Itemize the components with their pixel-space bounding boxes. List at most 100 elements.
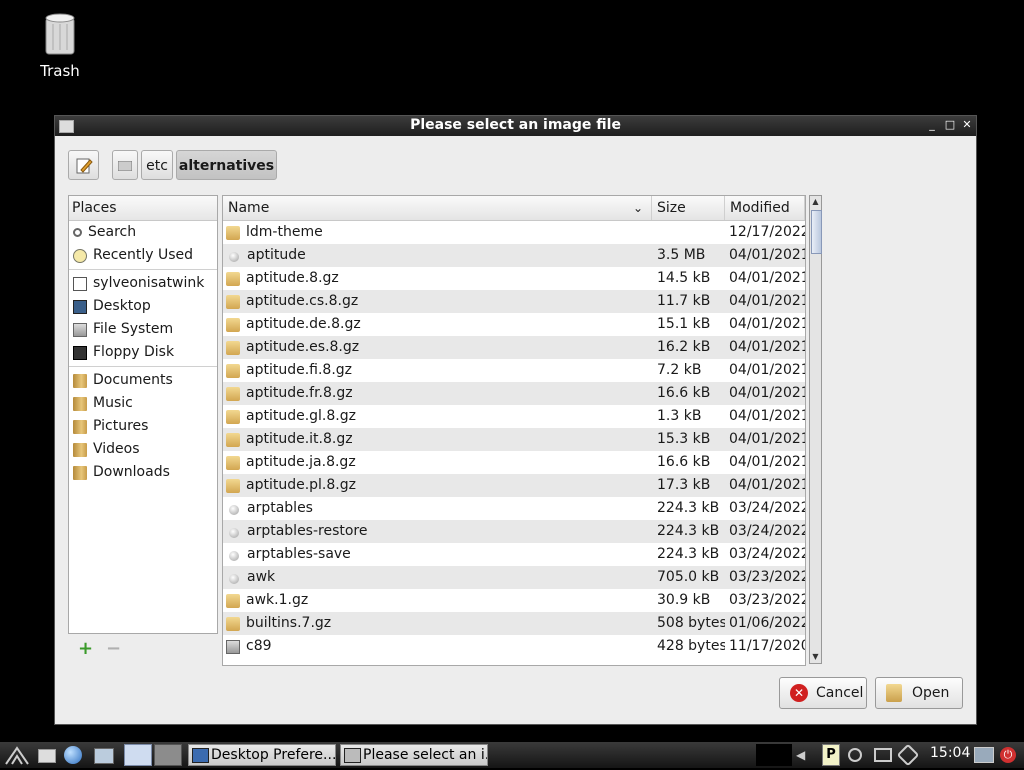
file-row[interactable]: arptables-restore 224.3 kB 03/24/2022	[223, 520, 805, 543]
taskbar: Desktop Prefere... Please select an i...…	[0, 742, 1024, 768]
keyboard-tray-icon[interactable]	[874, 744, 896, 766]
file-chooser-dialog: Please select an image file _ □ ✕ etc al…	[55, 116, 976, 724]
file-row[interactable]: aptitude.es.8.gz 16.2 kB 04/01/2021	[223, 336, 805, 359]
file-size-cell: 17.3 kB	[657, 477, 711, 493]
places-item-videos[interactable]: Videos	[69, 438, 217, 461]
file-row[interactable]: c89 428 bytes 11/17/2020	[223, 635, 805, 658]
screen-lock-button[interactable]	[974, 744, 996, 766]
file-name-cell: aptitude.gl.8.gz	[223, 405, 652, 428]
file-size-cell: 224.3 kB	[657, 546, 720, 562]
file-size-cell: 30.9 kB	[657, 592, 711, 608]
scrollbar-thumb[interactable]	[811, 210, 822, 254]
file-size-cell: 705.0 kB	[657, 569, 720, 585]
open-button[interactable]: Open	[875, 677, 963, 709]
file-size-cell: 7.2 kB	[657, 362, 702, 378]
file-row[interactable]: builtins.7.gz 508 bytes 01/06/2022	[223, 612, 805, 635]
file-row[interactable]: aptitude.fi.8.gz 7.2 kB 04/01/2021	[223, 359, 805, 382]
file-row[interactable]: awk.1.gz 30.9 kB 03/23/2022	[223, 589, 805, 612]
titlebar[interactable]: Please select an image file _ □ ✕	[55, 116, 976, 136]
path-segment-etc[interactable]: etc	[141, 150, 173, 180]
places-item-file-system[interactable]: File System	[69, 318, 217, 341]
scroll-up-arrow-icon[interactable]: ▲	[810, 196, 821, 208]
network-icon	[896, 743, 920, 767]
file-size-cell: 15.1 kB	[657, 316, 711, 332]
column-modified[interactable]: Modified	[725, 196, 805, 220]
browser-launcher[interactable]	[64, 744, 86, 766]
file-modified-cell: 04/01/2021	[729, 362, 805, 378]
workspace-1[interactable]	[124, 744, 152, 766]
file-modified-cell: 04/01/2021	[729, 270, 805, 286]
minimize-button[interactable]: _	[925, 118, 939, 132]
file-row[interactable]: aptitude.de.8.gz 15.1 kB 04/01/2021	[223, 313, 805, 336]
start-menu-button[interactable]	[4, 744, 30, 766]
file-row[interactable]: aptitude.gl.8.gz 1.3 kB 04/01/2021	[223, 405, 805, 428]
file-size-cell: 508 bytes	[657, 615, 725, 631]
folder-icon	[226, 225, 240, 240]
file-row[interactable]: arptables 224.3 kB 03/24/2022	[223, 497, 805, 520]
places-item-music[interactable]: Music	[69, 392, 217, 415]
maximize-button[interactable]: □	[943, 118, 957, 132]
file-modified-cell: 04/01/2021	[729, 431, 805, 447]
file-name-cell: ldm-theme	[223, 221, 652, 244]
file-row[interactable]: aptitude.cs.8.gz 11.7 kB 04/01/2021	[223, 290, 805, 313]
file-modified-cell: 04/01/2021	[729, 339, 805, 355]
places-item-downloads[interactable]: Downloads	[69, 461, 217, 484]
file-modified-cell: 03/24/2022	[729, 546, 805, 562]
file-modified-cell: 03/23/2022	[729, 569, 805, 585]
column-size[interactable]: Size	[652, 196, 725, 220]
file-list-scrollbar[interactable]: ▲ ▼	[809, 195, 822, 664]
cancel-button[interactable]: ✕ Cancel	[779, 677, 867, 709]
file-row[interactable]: aptitude.fr.8.gz 16.6 kB 04/01/2021	[223, 382, 805, 405]
symlink-icon	[229, 504, 239, 515]
places-header[interactable]: Places	[69, 196, 217, 221]
file-modified-cell: 01/06/2022	[729, 615, 805, 631]
trash-desktop-icon[interactable]: Trash	[30, 12, 90, 80]
places-item-desktop[interactable]: Desktop	[69, 295, 217, 318]
logout-button[interactable]: ⏻	[1000, 744, 1020, 766]
file-manager-launcher[interactable]	[38, 744, 58, 766]
file-row[interactable]: arptables-save 224.3 kB 03/24/2022	[223, 543, 805, 566]
places-item-search[interactable]: Search	[69, 221, 217, 244]
close-button[interactable]: ✕	[960, 118, 974, 132]
places-item-recently-used[interactable]: Recently Used	[69, 244, 217, 267]
places-item-pictures[interactable]: Pictures	[69, 415, 217, 438]
path-root-button[interactable]	[112, 150, 138, 180]
cancel-icon: ✕	[790, 684, 808, 702]
places-separator	[69, 269, 217, 270]
file-row[interactable]: aptitude.it.8.gz 15.3 kB 04/01/2021	[223, 428, 805, 451]
archive-icon	[226, 455, 240, 470]
archive-icon	[226, 432, 240, 447]
file-name-cell: aptitude.es.8.gz	[223, 336, 652, 359]
clipboard-icon[interactable]: P	[822, 744, 840, 766]
task-select-image[interactable]: Please select an i...	[340, 744, 488, 766]
scroll-down-arrow-icon[interactable]: ▼	[810, 651, 821, 663]
file-modified-cell: 04/01/2021	[729, 408, 805, 424]
terminal-launcher[interactable]	[94, 744, 116, 766]
file-row[interactable]: aptitude.pl.8.gz 17.3 kB 04/01/2021	[223, 474, 805, 497]
places-item-documents[interactable]: Documents	[69, 369, 217, 392]
trash-label: Trash	[40, 62, 80, 80]
network-tray-icon[interactable]	[896, 743, 922, 767]
folder-icon	[73, 373, 87, 388]
archive-icon	[226, 340, 240, 355]
clock[interactable]: 15:04	[930, 745, 970, 761]
file-list: Name ⌄ Size Modified ldm-theme 12/17/2022 a…	[222, 195, 806, 666]
workspace-2[interactable]	[154, 744, 182, 766]
column-name[interactable]: Name ⌄	[223, 196, 652, 220]
task-desktop-preferences[interactable]: Desktop Prefere...	[188, 744, 336, 766]
remove-bookmark-button[interactable]: −	[106, 638, 121, 659]
script-icon	[226, 639, 240, 654]
file-name-cell: c89	[223, 635, 652, 658]
path-segment-alternatives[interactable]: alternatives	[176, 150, 277, 180]
search-tray-icon[interactable]	[848, 744, 868, 766]
places-item-home[interactable]: sylveonisatwink	[69, 272, 217, 295]
file-row[interactable]: ldm-theme 12/17/2022	[223, 221, 805, 244]
places-item-floppy-disk[interactable]: Floppy Disk	[69, 341, 217, 364]
add-bookmark-button[interactable]: +	[78, 638, 93, 659]
file-row[interactable]: aptitude.8.gz 14.5 kB 04/01/2021	[223, 267, 805, 290]
file-row[interactable]: awk 705.0 kB 03/23/2022	[223, 566, 805, 589]
file-row[interactable]: aptitude 3.5 MB 04/01/2021	[223, 244, 805, 267]
file-row[interactable]: aptitude.ja.8.gz 16.6 kB 04/01/2021	[223, 451, 805, 474]
volume-icon[interactable]: ◀	[796, 744, 814, 766]
type-location-button[interactable]	[68, 150, 99, 180]
